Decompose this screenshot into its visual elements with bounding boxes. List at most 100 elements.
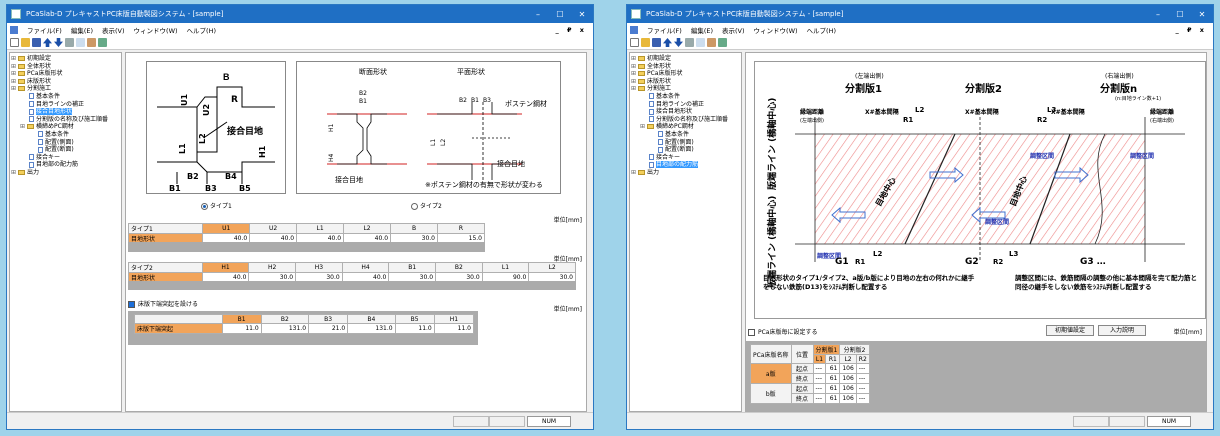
tree-item[interactable]: 目地部の配力筋 [631,161,740,169]
paste-icon[interactable] [87,38,96,47]
col-b2[interactable]: B2 [435,262,483,273]
maximize-icon[interactable]: ☐ [549,10,571,19]
cell-a-end-l2[interactable]: 106 [839,373,857,384]
per-panel-checkbox[interactable]: PCa床版毎に設定する [748,327,818,336]
expander-icon[interactable]: ⊞ [631,63,638,71]
tree-item[interactable]: ⊞ PCa床版形状 [631,70,740,78]
menu-help[interactable]: ヘルプ(H) [807,25,836,35]
cut-icon[interactable] [685,38,694,47]
col-pb1[interactable]: B1 [221,314,262,324]
save-icon[interactable] [652,38,661,47]
down-arrow-icon[interactable] [674,38,683,47]
col-pb2[interactable]: B2 [260,314,310,324]
up-arrow-icon[interactable] [663,38,672,47]
cell-a-start-l2[interactable]: 106 [839,363,857,374]
menu-edit[interactable]: 編集(E) [691,25,713,35]
tree-item[interactable]: ⊞ PCa床版形状 [11,70,120,78]
col-h1[interactable]: H1 [201,262,250,273]
open-icon[interactable] [641,38,650,47]
minimize-icon[interactable]: – [527,10,549,19]
menu-window[interactable]: ウィンドウ(W) [134,25,178,35]
cell-b-start-l2[interactable]: 106 [839,383,857,394]
cell-a-start-l1[interactable]: --- [812,363,827,374]
cell-pb2[interactable]: 131.0 [260,323,310,334]
tree-item[interactable]: 配置(側面) [631,139,740,147]
col-h2[interactable]: H2 [248,262,297,273]
tree-item[interactable]: ⊞ 横締めPC鋼材 [11,123,120,131]
cell-a-end-l1[interactable]: --- [812,373,827,384]
tree-item[interactable]: ⊞ 分割施工 [631,85,740,93]
tree-item[interactable]: 配置(側面) [11,139,120,147]
cell-pb5[interactable]: 11.0 [394,323,435,334]
expander-icon[interactable]: ⊞ [11,169,18,177]
protrusion-checkbox[interactable]: 床版下端突起を設ける [128,299,198,308]
expander-icon[interactable]: ⊞ [631,169,638,177]
expander-icon[interactable]: ⊞ [631,55,638,63]
menu-window[interactable]: ウィンドウ(W) [754,25,798,35]
tree-item[interactable]: 基本条件 [631,131,740,139]
cell-a-start-r2[interactable]: --- [855,363,870,374]
input-help-button[interactable]: 入力説明 [1098,325,1146,336]
maximize-icon[interactable]: ☐ [1169,10,1191,19]
col-h3[interactable]: H3 [295,262,343,273]
tree-item[interactable]: 配置(断面) [631,146,740,154]
col-pb5[interactable]: B5 [394,314,435,324]
down-arrow-icon[interactable] [54,38,63,47]
col-l2[interactable]: L2 [343,223,392,234]
cell-b-start-l1[interactable]: --- [812,383,827,394]
up-arrow-icon[interactable] [43,38,52,47]
close-icon[interactable]: ✕ [571,10,593,19]
col-l2b[interactable]: L2 [528,262,576,273]
settings-icon[interactable] [98,38,107,47]
expander-icon[interactable]: ⊞ [640,123,647,131]
cell-b-end-l2[interactable]: 106 [839,393,857,404]
tree-item[interactable]: 接合目地形状 [11,108,120,116]
expander-icon[interactable]: ⊞ [11,70,18,78]
mdi-controls[interactable]: _ ₽ x [556,26,588,34]
cell-a-start-r1[interactable]: 61 [825,363,841,374]
settings-icon[interactable] [718,38,727,47]
mdi-controls[interactable]: _ ₽ x [1176,26,1208,34]
tree-item[interactable]: ⊞ 出力 [11,169,120,177]
cell-b-start-r1[interactable]: 61 [825,383,841,394]
tree-item[interactable]: 基本条件 [631,93,740,101]
cell-pb3[interactable]: 21.0 [308,323,349,334]
menu-edit[interactable]: 編集(E) [71,25,93,35]
col-u1[interactable]: U1 [202,223,251,234]
copy-icon[interactable] [696,38,705,47]
col-ph1[interactable]: H1 [433,314,475,324]
menu-view[interactable]: 表示(V) [102,25,125,35]
cell-b-end-r2[interactable]: --- [855,393,870,404]
tree-item[interactable]: ⊞ 横締めPC鋼材 [631,123,740,131]
cell-b-end-l1[interactable]: --- [812,393,827,404]
expander-icon[interactable]: ⊞ [11,85,18,93]
tree-item[interactable]: ⊞ 出力 [631,169,740,177]
expander-icon[interactable]: ⊞ [631,70,638,78]
tree-item[interactable]: ⊞ 初期設定 [631,55,740,63]
title-bar-2[interactable]: PCaSlab-D プレキャストPC床版自動製図システム - [sample] … [627,5,1213,23]
cell-b-end-r1[interactable]: 61 [825,393,841,404]
initial-value-button[interactable]: 初期値設定 [1046,325,1094,336]
tree-item[interactable]: 配置(断面) [11,146,120,154]
radio-type2[interactable]: タイプ2 [411,201,442,210]
new-icon[interactable] [630,38,639,47]
cell-a-end-r2[interactable]: --- [855,373,870,384]
cell-ph1[interactable]: 11.0 [433,323,475,334]
copy-icon[interactable] [76,38,85,47]
cell-pb1[interactable]: 11.0 [221,323,262,334]
cut-icon[interactable] [65,38,74,47]
radio-type1[interactable]: タイプ1 [201,201,232,210]
checkbox-icon[interactable] [128,301,135,308]
menu-view[interactable]: 表示(V) [722,25,745,35]
col-pb3[interactable]: B3 [308,314,349,324]
open-icon[interactable] [21,38,30,47]
tree-item[interactable]: 基本条件 [11,131,120,139]
cell-b-start-r2[interactable]: --- [855,383,870,394]
menu-file[interactable]: ファイル(F) [27,25,62,35]
expander-icon[interactable]: ⊞ [20,123,27,131]
paste-icon[interactable] [707,38,716,47]
minimize-icon[interactable]: – [1147,10,1169,19]
cell-a-end-r1[interactable]: 61 [825,373,841,384]
tree-item[interactable]: ⊞ 分割施工 [11,85,120,93]
cell-pb4[interactable]: 131.0 [347,323,396,334]
